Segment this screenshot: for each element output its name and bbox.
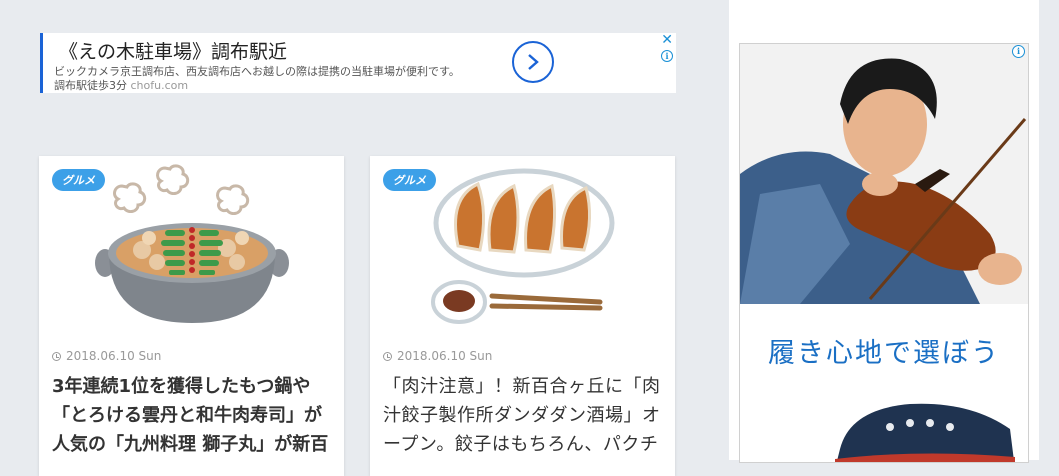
banner-ad[interactable]: 《えの木駐車場》調布駅近 ビックカメラ京王調布店、西友調布店へお越しの際は提携の… [40,33,676,93]
post-date: 2018.06.10 Sun [383,349,492,363]
ad-tagline[interactable]: 履き心地で選ぼう [740,331,1028,370]
post-date-text: 2018.06.10 Sun [397,349,493,363]
clog-shoe-image [835,403,1015,462]
motsunabe-illustration [95,164,289,323]
close-icon[interactable]: ✕ [661,33,673,47]
banner-ad-domain: chofu.com [130,79,189,92]
sidebar-ad[interactable]: i 履き心地で選ぼう [739,43,1029,463]
banner-ad-title[interactable]: 《えの木駐車場》調布駅近 [59,37,287,64]
info-icon[interactable]: i [1012,45,1025,58]
gyoza-illustration [431,168,615,324]
article-card[interactable]: グルメ 2018.06.10 Sun 「肉汁注意」！新百合ヶ丘に「肉汁餃子製作所… [370,156,675,476]
info-icon[interactable]: i [661,50,673,62]
clock-icon [383,351,392,361]
chevron-right-icon[interactable] [512,41,554,83]
violinist-photo [740,44,1028,304]
article-title[interactable]: 「肉汁注意」！新百合ヶ丘に「肉汁餃子製作所ダンダダン酒場」オープン。餃子はもちろ… [383,372,668,459]
category-badge[interactable]: グルメ [383,169,436,191]
sidebar: i 履き心地で選ぼう [729,0,1039,463]
banner-ad-url: 調布駅徒歩3分 chofu.com [54,77,188,93]
post-date: 2018.06.10 Sun [52,349,161,363]
article-title[interactable]: 3年連続1位を獲得したもつ鍋や「とろける雲丹と和牛肉寿司」が人気の「九州料理 獅… [52,372,337,459]
banner-ad-location: 調布駅徒歩3分 [54,79,127,92]
category-badge[interactable]: グルメ [52,169,105,191]
clock-icon [52,351,61,361]
post-date-text: 2018.06.10 Sun [66,349,162,363]
article-card[interactable]: グルメ 2018.06.10 Sun 3年連続1位を獲得したもつ鍋や「とろける雲… [39,156,344,476]
